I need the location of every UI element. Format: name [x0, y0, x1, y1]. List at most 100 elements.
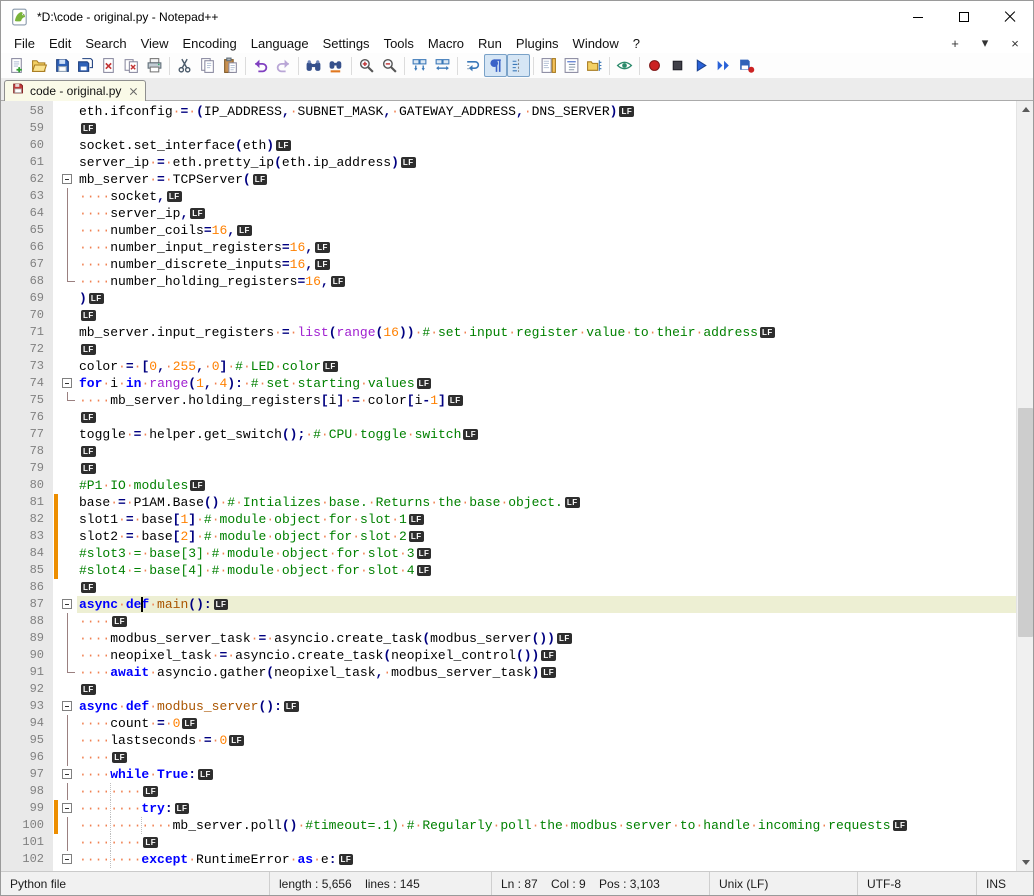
minimize-button[interactable]: [895, 1, 941, 33]
paste-button[interactable]: [219, 54, 242, 77]
code-text[interactable]: #P1·IO·modulesLF: [77, 477, 1016, 494]
code-text[interactable]: ····LF: [77, 613, 1016, 630]
monitoring-button[interactable]: [613, 54, 636, 77]
code-text[interactable]: ····mb_server.holding_registers[i]·=·col…: [77, 392, 1016, 409]
macro-record-button[interactable]: [643, 54, 666, 77]
new-file-button[interactable]: [5, 54, 28, 77]
code-text[interactable]: ····count·=·0LF: [77, 715, 1016, 732]
code-text[interactable]: async·def·modbus_server():LF: [77, 698, 1016, 715]
close-button[interactable]: [987, 1, 1033, 33]
code-text[interactable]: slot2·=·base[2]·#·module·object·for·slot…: [77, 528, 1016, 545]
fold-collapse-icon[interactable]: [62, 769, 72, 779]
code-text[interactable]: ········LF: [77, 783, 1016, 800]
tab-code-original-py[interactable]: code - original.py: [4, 80, 146, 101]
tab-close-icon[interactable]: [129, 87, 138, 96]
code-text[interactable]: mb_server·=·TCPServer(LF: [77, 171, 1016, 188]
open-file-button[interactable]: [28, 54, 51, 77]
tab-list-button[interactable]: ▾: [977, 35, 993, 51]
code-text[interactable]: ········LF: [77, 834, 1016, 851]
menu-item-view[interactable]: View: [134, 33, 176, 53]
fold-collapse-icon[interactable]: [62, 378, 72, 388]
code-text[interactable]: ····number_discrete_inputs=16,LF: [77, 256, 1016, 273]
maximize-button[interactable]: [941, 1, 987, 33]
code-text[interactable]: color·=·[0,·255,·0]·#·LED·colorLF: [77, 358, 1016, 375]
menu-item-edit[interactable]: Edit: [42, 33, 78, 53]
code-text[interactable]: ····lastseconds·=·0LF: [77, 732, 1016, 749]
code-text[interactable]: ····LF: [77, 749, 1016, 766]
save-all-button[interactable]: [74, 54, 97, 77]
scrollbar-vertical[interactable]: [1016, 101, 1033, 871]
undo-button[interactable]: [249, 54, 272, 77]
cut-button[interactable]: [173, 54, 196, 77]
scroll-down-button[interactable]: [1017, 854, 1033, 871]
menu-item-help[interactable]: ?: [626, 33, 647, 53]
show-all-characters-button[interactable]: [484, 54, 507, 77]
folder-as-workspace-button[interactable]: [583, 54, 606, 77]
code-text[interactable]: base·=·P1AM.Base()·#·Intializes·base.·Re…: [77, 494, 1016, 511]
macro-save-button[interactable]: [735, 54, 758, 77]
replace-button[interactable]: [325, 54, 348, 77]
sync-horizontal-scrolling-button[interactable]: [431, 54, 454, 77]
code-text[interactable]: #slot4·=·base[4]·#·module·object·for·slo…: [77, 562, 1016, 579]
macro-stop-button[interactable]: [666, 54, 689, 77]
sync-vertical-scrolling-button[interactable]: [408, 54, 431, 77]
close-all-button[interactable]: [120, 54, 143, 77]
menu-item-search[interactable]: Search: [78, 33, 133, 53]
menu-item-settings[interactable]: Settings: [316, 33, 377, 53]
code-text[interactable]: toggle·=·helper.get_switch();·#·CPU·togg…: [77, 426, 1016, 443]
editor[interactable]: 58eth.ifconfig·=·(IP_ADDRESS,·SUBNET_MAS…: [1, 101, 1033, 871]
scrollbar-thumb[interactable]: [1018, 408, 1033, 637]
code-text[interactable]: )LF: [77, 290, 1016, 307]
menu-item-encoding[interactable]: Encoding: [176, 33, 244, 53]
code-text[interactable]: eth.ifconfig·=·(IP_ADDRESS,·SUBNET_MASK,…: [77, 103, 1016, 120]
code-text[interactable]: ····number_input_registers=16,LF: [77, 239, 1016, 256]
zoom-in-button[interactable]: [355, 54, 378, 77]
word-wrap-button[interactable]: [461, 54, 484, 77]
code-text[interactable]: async·def·main():LF: [77, 596, 1016, 613]
menu-item-window[interactable]: Window: [566, 33, 626, 53]
code-text[interactable]: ········except·RuntimeError·as·e:LF: [77, 851, 1016, 868]
code-text[interactable]: LF: [77, 579, 1016, 596]
code-text[interactable]: LF: [77, 341, 1016, 358]
code-text[interactable]: ····socket,LF: [77, 188, 1016, 205]
copy-button[interactable]: [196, 54, 219, 77]
document-map-button[interactable]: [537, 54, 560, 77]
fold-collapse-icon[interactable]: [62, 854, 72, 864]
code-text[interactable]: ····number_holding_registers=16,LF: [77, 273, 1016, 290]
code-text[interactable]: ············mb_server.poll()·#timeout=.1…: [77, 817, 1016, 834]
code-text[interactable]: socket.set_interface(eth)LF: [77, 137, 1016, 154]
code-text[interactable]: LF: [77, 460, 1016, 477]
code-text[interactable]: #slot3·=·base[3]·#·module·object·for·slo…: [77, 545, 1016, 562]
fold-collapse-icon[interactable]: [62, 174, 72, 184]
macro-run-multiple-button[interactable]: [712, 54, 735, 77]
menu-item-plugins[interactable]: Plugins: [509, 33, 566, 53]
menu-item-run[interactable]: Run: [471, 33, 509, 53]
zoom-out-button[interactable]: [378, 54, 401, 77]
code-text[interactable]: slot1·=·base[1]·#·module·object·for·slot…: [77, 511, 1016, 528]
save-file-button[interactable]: [51, 54, 74, 77]
fold-collapse-icon[interactable]: [62, 701, 72, 711]
menu-item-tools[interactable]: Tools: [377, 33, 421, 53]
menu-item-language[interactable]: Language: [244, 33, 316, 53]
fold-collapse-icon[interactable]: [62, 599, 72, 609]
redo-button[interactable]: [272, 54, 295, 77]
show-indent-guide-button[interactable]: [507, 54, 530, 77]
code-text[interactable]: ····neopixel_task·=·asyncio.create_task(…: [77, 647, 1016, 664]
code-text[interactable]: LF: [77, 681, 1016, 698]
code-text[interactable]: LF: [77, 443, 1016, 460]
code-text[interactable]: ····server_ip,LF: [77, 205, 1016, 222]
code-text[interactable]: ····await·asyncio.gather(neopixel_task,·…: [77, 664, 1016, 681]
code-text[interactable]: server_ip·=·eth.pretty_ip(eth.ip_address…: [77, 154, 1016, 171]
code-text[interactable]: mb_server.input_registers·=·list(range(1…: [77, 324, 1016, 341]
print-file-button[interactable]: [143, 54, 166, 77]
close-file-button[interactable]: [97, 54, 120, 77]
menu-item-file[interactable]: File: [7, 33, 42, 53]
find-button[interactable]: [302, 54, 325, 77]
code-text[interactable]: LF: [77, 307, 1016, 324]
code-text[interactable]: ····while·True:LF: [77, 766, 1016, 783]
function-list-button[interactable]: [560, 54, 583, 77]
macro-play-button[interactable]: [689, 54, 712, 77]
code-text[interactable]: LF: [77, 409, 1016, 426]
code-text[interactable]: LF: [77, 120, 1016, 137]
tab-close-button[interactable]: ×: [1007, 36, 1023, 51]
